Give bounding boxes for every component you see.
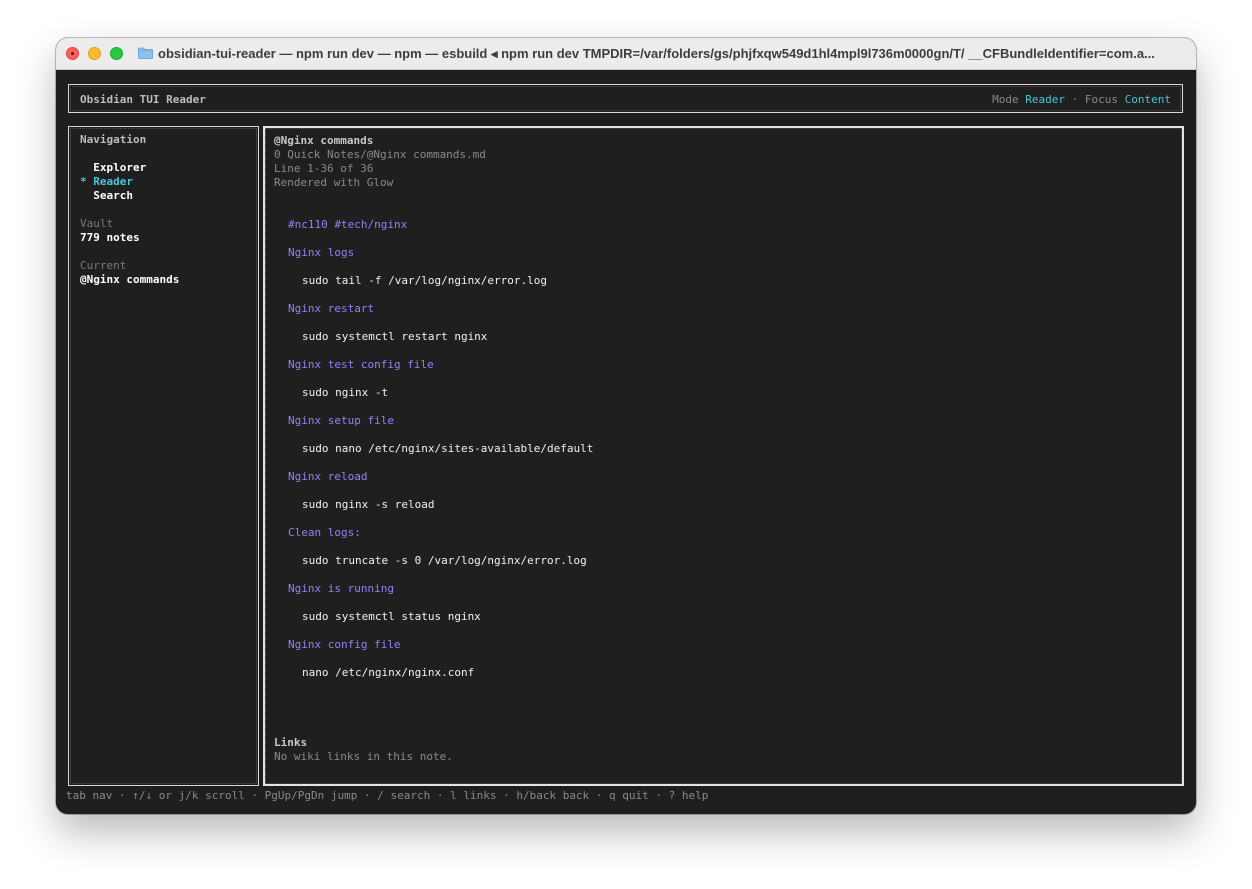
note-tags: #nc110 #tech/nginx — [288, 218, 408, 231]
line-info: Line 1-36 of 36 — [274, 162, 374, 175]
section-heading: Nginx setup file — [288, 414, 394, 427]
navigation-panel[interactable]: Navigation Explorer * Reader Search Vaul… — [68, 126, 259, 786]
nav-item-label: Reader — [93, 175, 133, 188]
code-line: sudo nginx -t — [302, 386, 389, 399]
nav-item-search[interactable]: Search — [80, 189, 133, 203]
note-title: @Nginx commands — [274, 134, 374, 147]
vault-label: Vault — [80, 217, 114, 230]
section-heading: Nginx test config file — [288, 358, 434, 371]
section-heading: Nginx reload — [288, 470, 368, 483]
links-empty-message: No wiki links in this note. — [274, 750, 453, 763]
nav-item-marker: * — [80, 175, 87, 188]
terminal-window: obsidian-tui-reader — npm run dev — npm … — [56, 38, 1196, 814]
current-note: @Nginx commands — [80, 273, 180, 286]
section-heading: Clean logs: — [288, 526, 361, 539]
mode-status: Mode Reader · Focus Content — [992, 93, 1171, 106]
code-line: sudo nginx -s reload — [302, 498, 435, 511]
vault-count: 779 notes — [80, 231, 140, 244]
section-heading: Nginx restart — [288, 302, 375, 315]
code-line: sudo truncate -s 0 /var/log/nginx/error.… — [302, 554, 587, 567]
nav-item-marker — [80, 189, 87, 202]
nav-item-marker — [80, 161, 87, 174]
window-title: obsidian-tui-reader — npm run dev — npm … — [158, 46, 1155, 61]
close-button[interactable] — [66, 47, 79, 60]
note-path: 0 Quick Notes/@Nginx commands.md — [274, 148, 486, 161]
section-heading: Nginx config file — [288, 638, 401, 651]
app-header: Obsidian TUI Reader Mode Reader · Focus … — [68, 84, 1183, 113]
nav-item-reader[interactable]: * Reader — [80, 175, 133, 189]
zoom-button[interactable] — [110, 47, 123, 60]
focus-value: Content — [1124, 93, 1171, 106]
nav-item-label: Search — [93, 189, 133, 202]
nav-item-explorer[interactable]: Explorer — [80, 161, 146, 175]
code-line: sudo nano /etc/nginx/sites-available/def… — [302, 442, 594, 455]
reader-content-panel[interactable]: @Nginx commands 0 Quick Notes/@Nginx com… — [263, 126, 1184, 786]
keybinding-hints: tab nav · ↑/↓ or j/k scroll · PgUp/PgDn … — [66, 789, 709, 802]
section-heading: Nginx logs — [288, 246, 355, 259]
links-title: Links — [274, 736, 308, 749]
app-title: Obsidian TUI Reader — [80, 93, 206, 106]
code-line: nano /etc/nginx/nginx.conf — [302, 666, 475, 679]
renderer-info: Rendered with Glow — [274, 176, 394, 189]
section-heading: Nginx is running — [288, 582, 394, 595]
navigation-title: Navigation — [80, 133, 147, 146]
current-label: Current — [80, 259, 127, 272]
mode-label: Mode — [992, 93, 1019, 106]
folder-icon — [138, 47, 153, 59]
code-line: sudo tail -f /var/log/nginx/error.log — [302, 274, 548, 287]
focus-label: Focus — [1084, 93, 1119, 106]
code-line: sudo systemctl restart nginx — [302, 330, 488, 343]
nav-item-label: Explorer — [93, 161, 147, 174]
terminal-content[interactable]: Obsidian TUI Reader Mode Reader · Focus … — [56, 71, 1196, 814]
title-bar[interactable]: obsidian-tui-reader — npm run dev — npm … — [56, 38, 1196, 70]
mode-value: Reader — [1025, 93, 1066, 106]
code-line: sudo systemctl status nginx — [302, 610, 481, 623]
minimize-button[interactable] — [88, 47, 101, 60]
status-separator: · — [1071, 93, 1079, 106]
